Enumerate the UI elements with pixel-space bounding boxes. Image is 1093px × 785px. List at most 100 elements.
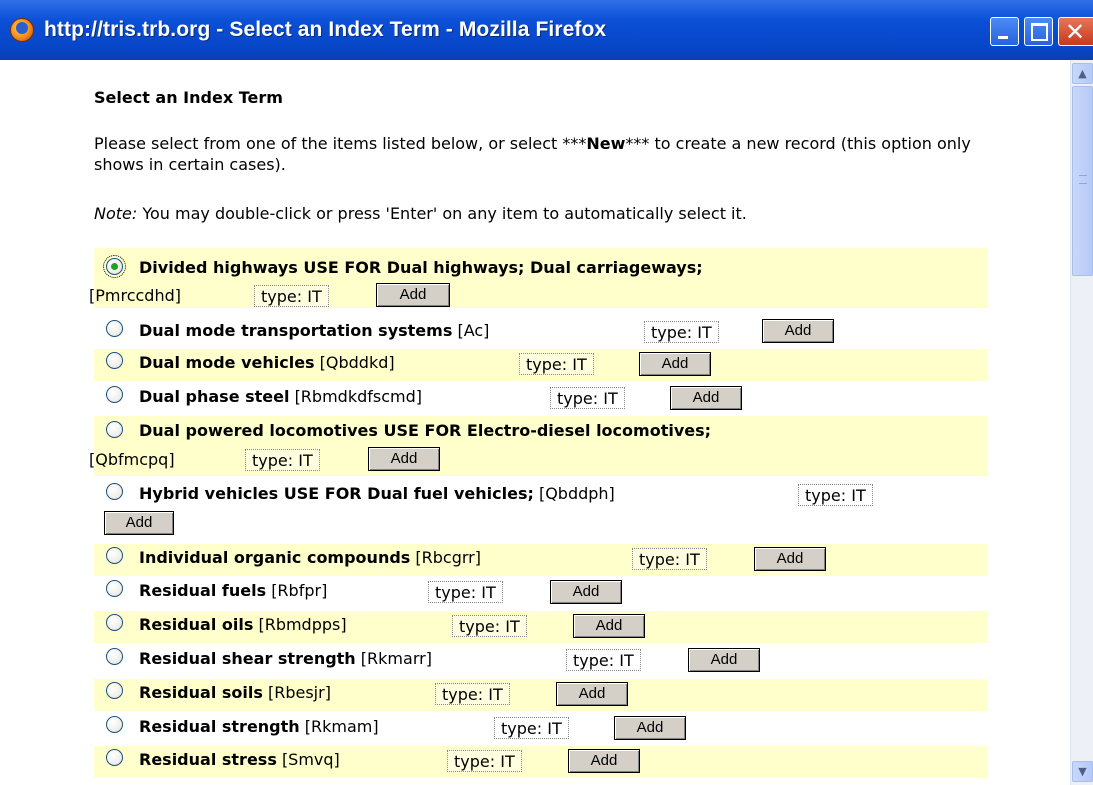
item-radio[interactable] (106, 386, 123, 403)
item-term: Residual fuels (139, 581, 267, 600)
minimize-button[interactable] (990, 17, 1019, 46)
note-label: Note: (94, 204, 138, 223)
window-title: http://tris.trb.org - Select an Index Te… (44, 18, 607, 41)
item-code: [Qbddph] (538, 484, 615, 503)
item-label: Hybrid vehicles USE FOR Dual fuel vehicl… (139, 484, 615, 503)
add-button[interactable]: Add (762, 319, 834, 343)
add-button[interactable]: Add (376, 283, 450, 307)
item-code: [Qbddkd] (319, 353, 395, 372)
firefox-icon (10, 18, 34, 42)
item-label: Dual mode transportation systems [Ac] (139, 321, 489, 340)
item-type-badge: type: IT (632, 548, 707, 570)
item-type-badge: type: IT (494, 717, 569, 739)
item-radio[interactable] (106, 320, 123, 337)
vertical-scrollbar[interactable]: ▲ ▼ (1070, 60, 1093, 785)
item-radio[interactable] (103, 255, 126, 278)
item-type-badge: type: IT (435, 683, 510, 705)
add-button[interactable]: Add (688, 648, 760, 672)
list-item: Residual oils [Rbmdpps] type: IT Add (94, 611, 988, 643)
add-button[interactable]: Add (614, 716, 686, 740)
item-type-badge: type: IT (254, 285, 329, 307)
item-type-badge: type: IT (798, 484, 873, 506)
item-code: [Rbmdkdfscmd] (294, 387, 422, 406)
item-type-badge: type: IT (447, 750, 522, 772)
list-item: Individual organic compounds [Rbcgrr] ty… (94, 544, 988, 576)
item-code: [Smvq] (281, 750, 340, 769)
item-code: [Ac] (457, 321, 490, 340)
list-item: Residual shear strength [Rkmarr] type: I… (94, 645, 988, 677)
scroll-thumb[interactable] (1072, 86, 1093, 276)
add-button[interactable]: Add (104, 511, 174, 535)
item-label: Dual mode vehicles [Qbddkd] (139, 353, 395, 372)
item-type-badge: type: IT (550, 387, 625, 409)
add-button[interactable]: Add (639, 352, 711, 376)
item-term: Divided highways USE FOR Dual highways; … (139, 258, 703, 277)
window-titlebar[interactable]: http://tris.trb.org - Select an Index Te… (0, 0, 1093, 60)
maximize-button[interactable] (1024, 17, 1053, 46)
item-radio[interactable] (106, 580, 123, 597)
item-radio[interactable] (106, 547, 123, 564)
item-label: Individual organic compounds [Rbcgrr] (139, 548, 481, 567)
item-term: Residual shear strength (139, 649, 356, 668)
note-text: Note: You may double-click or press 'Ent… (94, 204, 747, 223)
item-type-badge: type: IT (566, 649, 641, 671)
item-type-badge: type: IT (428, 581, 503, 603)
instructions-new-keyword: New (586, 134, 626, 153)
item-label: Residual shear strength [Rkmarr] (139, 649, 432, 668)
item-type-badge: type: IT (452, 615, 527, 637)
item-label: Residual strength [Rkmam] (139, 717, 379, 736)
item-term: Residual strength (139, 717, 300, 736)
item-type-badge: type: IT (245, 449, 320, 471)
list-item: Dual mode vehicles [Qbddkd] type: IT Add (94, 349, 988, 381)
item-term: Residual stress (139, 750, 277, 769)
item-label: Dual phase steel [Rbmdkdfscmd] (139, 387, 422, 406)
item-code: [Rkmam] (304, 717, 379, 736)
item-term: Residual oils (139, 615, 254, 634)
item-radio[interactable] (106, 421, 123, 438)
item-type-badge: type: IT (519, 353, 594, 375)
scroll-down-button[interactable]: ▼ (1072, 761, 1093, 782)
note-body: You may double-click or press 'Enter' on… (137, 204, 747, 223)
add-button[interactable]: Add (568, 749, 640, 773)
list-item: Residual strength [Rkmam] type: IT Add (94, 713, 988, 745)
item-term: Residual soils (139, 683, 263, 702)
list-item: Hybrid vehicles USE FOR Dual fuel vehicl… (94, 480, 988, 540)
item-term: Dual powered locomotives USE FOR Electro… (139, 421, 712, 440)
item-code: [Rkmarr] (360, 649, 432, 668)
item-radio[interactable] (106, 648, 123, 665)
list-item: Divided highways USE FOR Dual highways; … (89, 248, 988, 308)
add-button[interactable]: Add (556, 682, 628, 706)
item-term: Hybrid vehicles USE FOR Dual fuel vehicl… (139, 484, 534, 503)
add-button[interactable]: Add (573, 614, 645, 638)
page-title: Select an Index Term (94, 88, 283, 107)
close-button[interactable]: ✕ (1058, 17, 1093, 46)
instructions-pre: Please select from one of the items list… (94, 134, 587, 153)
item-label: Residual stress [Smvq] (139, 750, 340, 769)
chevron-up-icon: ▲ (1078, 67, 1087, 80)
add-button[interactable]: Add (550, 580, 622, 604)
scroll-up-button[interactable]: ▲ (1072, 63, 1093, 84)
chevron-down-icon: ▼ (1078, 765, 1087, 778)
list-item: Dual mode transportation systems [Ac] ty… (94, 317, 988, 349)
item-radio[interactable] (106, 682, 123, 699)
add-button[interactable]: Add (754, 547, 826, 571)
item-radio[interactable] (106, 483, 123, 500)
item-code: [Rbcgrr] (415, 548, 481, 567)
instructions-text: Please select from one of the items list… (94, 133, 974, 175)
list-item: Dual powered locomotives USE FOR Electro… (89, 416, 988, 476)
item-radio[interactable] (106, 614, 123, 631)
item-radio[interactable] (106, 716, 123, 733)
item-radio[interactable] (106, 352, 123, 369)
close-icon: ✕ (1065, 18, 1086, 46)
item-term: Dual mode transportation systems (139, 321, 453, 340)
item-code: [Pmrccdhd] (89, 286, 181, 305)
list-item: Residual fuels [Rbfpr] type: IT Add (94, 577, 988, 609)
page-content: Select an Index Term Please select from … (0, 60, 1070, 785)
item-radio[interactable] (106, 749, 123, 766)
add-button[interactable]: Add (368, 447, 440, 471)
add-button[interactable]: Add (670, 386, 742, 410)
item-type-badge: type: IT (644, 321, 719, 343)
item-term: Individual organic compounds (139, 548, 411, 567)
item-label: Residual fuels [Rbfpr] (139, 581, 327, 600)
item-label: Residual oils [Rbmdpps] (139, 615, 347, 634)
